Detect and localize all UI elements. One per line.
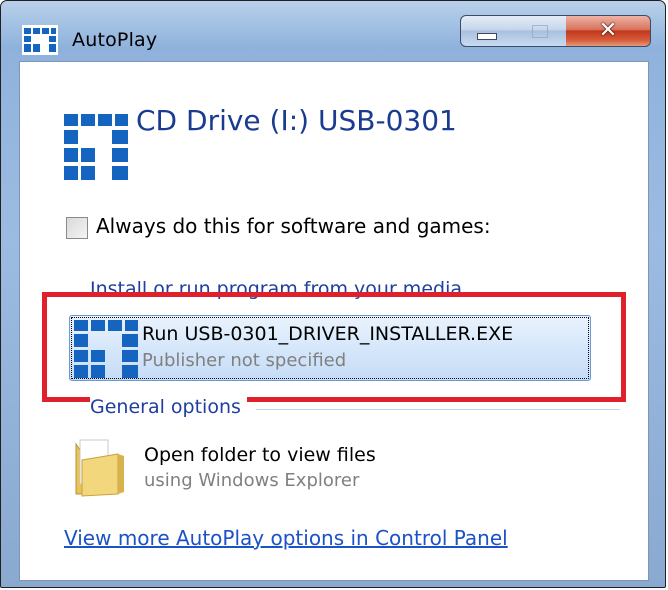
maximize-icon	[531, 24, 548, 38]
control-panel-link[interactable]: View more AutoPlay options in Control Pa…	[64, 526, 508, 550]
minimize-icon	[477, 32, 497, 40]
run-installer-option[interactable]: Run USB-0301_DRIVER_INSTALLER.EXE Publis…	[69, 315, 591, 381]
open-folder-subtitle: using Windows Explorer	[144, 470, 360, 491]
drive-title: CD Drive (I:) USB-0301	[136, 104, 457, 137]
always-do-this-label[interactable]: Always do this for software and games:	[96, 214, 491, 238]
general-section-label: General options	[90, 396, 247, 418]
autoplay-window: AutoPlay ✕ CD Drive (I:) USB-0301 Always…	[0, 0, 666, 588]
general-section-divider	[256, 409, 620, 410]
open-folder-title: Open folder to view files	[144, 444, 376, 466]
dialog-content: CD Drive (I:) USB-0301 Always do this fo…	[19, 61, 649, 581]
minimize-button[interactable]	[460, 15, 514, 47]
window-title: AutoPlay	[72, 29, 158, 51]
maximize-button[interactable]	[513, 15, 567, 47]
close-button[interactable]: ✕	[566, 15, 651, 47]
run-option-title: Run USB-0301_DRIVER_INSTALLER.EXE	[142, 323, 514, 345]
folder-icon	[75, 439, 124, 497]
drive-logo-icon	[64, 114, 128, 180]
always-do-this-checkbox[interactable]	[66, 217, 88, 239]
title-bar[interactable]: AutoPlay ✕	[1, 1, 665, 59]
program-logo-icon	[74, 320, 138, 378]
run-option-subtitle: Publisher not specified	[142, 350, 347, 371]
autoplay-logo-icon	[22, 25, 58, 55]
close-icon: ✕	[598, 18, 618, 43]
